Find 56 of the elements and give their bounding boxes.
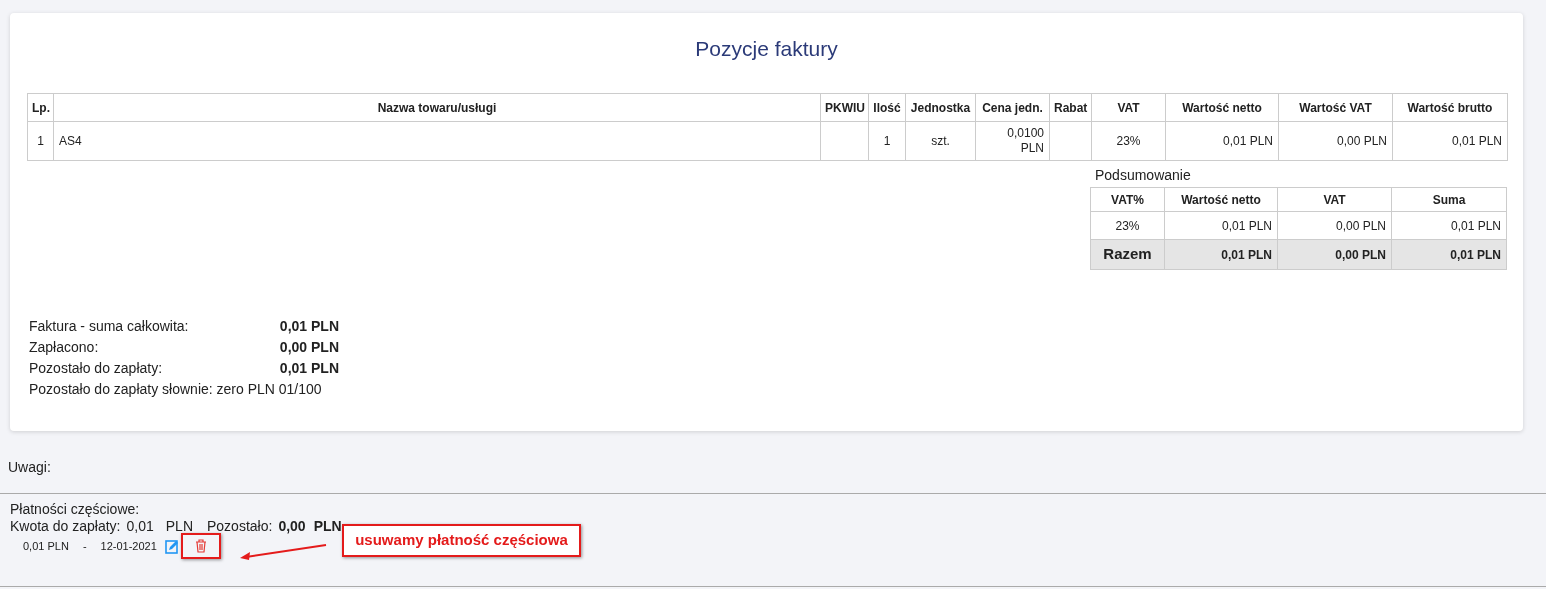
table-cell: 23% xyxy=(1090,211,1165,240)
table-cell: 0,01 PLN xyxy=(1391,211,1507,240)
total-cell: 0,01 PLN xyxy=(1391,239,1507,270)
partial-payments-title: Płatności częściowe: xyxy=(10,501,141,518)
total-cell: 0,00 PLN xyxy=(1277,239,1392,270)
column-header: Jednostka xyxy=(905,93,976,122)
table-cell: AS4 xyxy=(53,121,821,161)
total-value: 0,00 PLN xyxy=(279,338,339,357)
table-cell: 0,00 PLN xyxy=(1278,121,1393,161)
due-amount: 0,01 xyxy=(126,518,154,535)
total-cell: 0,01 PLN xyxy=(1164,239,1278,270)
delete-button[interactable] xyxy=(180,533,221,559)
table-cell: 0,0100 PLN xyxy=(975,121,1050,161)
column-header: Ilość xyxy=(868,93,906,122)
remaining-amount: 0,00 xyxy=(278,518,306,535)
total-label: Faktura - suma całkowita: xyxy=(29,317,189,336)
total-label: Zapłacono: xyxy=(29,338,99,357)
table-cell: 1 xyxy=(27,121,54,161)
annotation-callout: usuwamy płatność częściowa xyxy=(342,524,581,557)
table-cell: 0,01 PLN xyxy=(1164,211,1278,240)
column-header: VAT% xyxy=(1090,187,1165,212)
total-label: Pozostało do zapłaty: xyxy=(29,359,163,378)
total-value: 0,01 PLN xyxy=(279,359,339,378)
column-header: Wartość brutto xyxy=(1392,93,1508,122)
column-header: Lp. xyxy=(27,93,54,122)
edit-icon[interactable] xyxy=(164,538,179,554)
summary-title: Podsumowanie xyxy=(1094,166,1192,185)
payment-date: 12-01-2021 xyxy=(100,538,157,554)
table-cell: 0,01 PLN xyxy=(1392,121,1508,161)
total-cell: Razem xyxy=(1090,239,1165,270)
table-cell: 0,00 PLN xyxy=(1277,211,1392,240)
column-header: VAT xyxy=(1277,187,1392,212)
amount-in-words: Pozostało do zapłaty słownie: zero PLN 01/100 xyxy=(29,380,323,399)
column-header: PKWIU xyxy=(820,93,869,122)
trash-icon xyxy=(194,539,207,553)
section-title: Pozycje faktury xyxy=(694,36,839,62)
payment-amount: 0,01 PLN xyxy=(23,538,69,554)
column-header: Wartość netto xyxy=(1164,187,1278,212)
total-value: 0,01 PLN xyxy=(279,317,339,336)
column-header: Rabat xyxy=(1049,93,1092,122)
due-label: Kwota do zapłaty: xyxy=(10,518,121,535)
column-header: VAT xyxy=(1091,93,1166,122)
column-header: Wartość netto xyxy=(1165,93,1279,122)
column-header: Suma xyxy=(1391,187,1507,212)
table-cell: 0,01 PLN xyxy=(1165,121,1279,161)
table-cell: 1 xyxy=(868,121,906,161)
remaining-label: Pozostało: xyxy=(207,518,273,535)
notes-label: Uwagi: xyxy=(7,458,52,477)
column-header: Wartość VAT xyxy=(1278,93,1393,122)
separator: - xyxy=(82,538,87,554)
column-header: Cena jedn. xyxy=(975,93,1050,122)
remaining-currency: PLN xyxy=(313,518,342,535)
table-cell: 23% xyxy=(1091,121,1166,161)
due-currency: PLN xyxy=(165,518,193,535)
column-header: Nazwa towaru/usługi xyxy=(53,93,821,122)
table-cell: szt. xyxy=(905,121,976,161)
